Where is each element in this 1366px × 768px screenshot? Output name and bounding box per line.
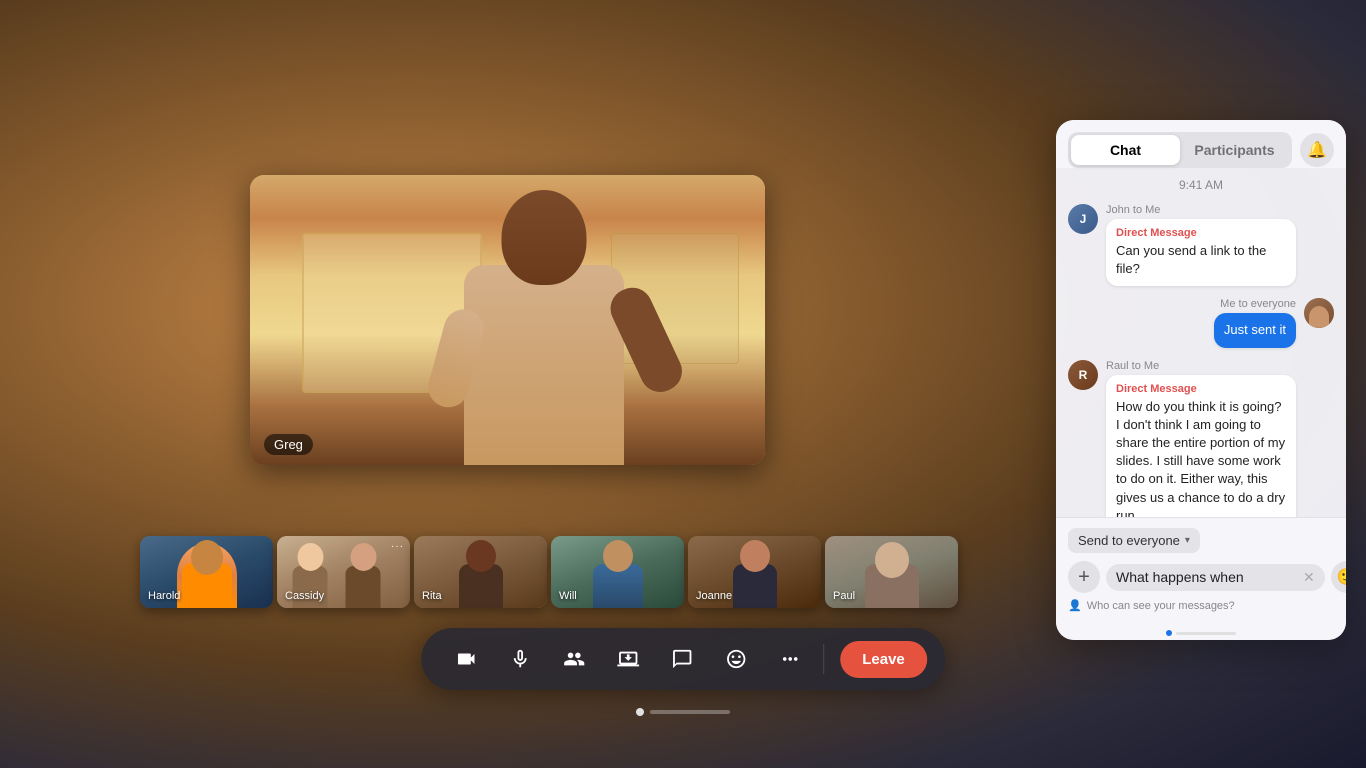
message-me: Me to everyone Just sent it — [1068, 298, 1334, 347]
message-raul: R Raul to Me Direct Message How do you t… — [1068, 360, 1334, 517]
tab-group: Chat Participants — [1068, 132, 1292, 168]
bell-icon: 🔔 — [1307, 140, 1327, 160]
share-button[interactable] — [605, 636, 651, 682]
thumbnail-will[interactable]: Will — [551, 536, 684, 608]
scroll-bar — [650, 710, 730, 714]
who-can-see-label: Who can see your messages? — [1087, 600, 1235, 612]
dot-1 — [636, 708, 644, 716]
plus-icon: + — [1078, 566, 1090, 589]
clear-input-button[interactable]: ✕ — [1303, 569, 1315, 586]
mic-button[interactable] — [497, 636, 543, 682]
dm-label-john: Direct Message — [1116, 227, 1286, 239]
reactions-button[interactable] — [713, 636, 759, 682]
control-bar: Leave — [421, 628, 945, 690]
msg-text-me: Just sent it — [1224, 321, 1286, 339]
msg-content-john: John to Me Direct Message Can you send a… — [1106, 204, 1296, 286]
leave-button[interactable]: Leave — [840, 641, 927, 678]
video-button[interactable] — [443, 636, 489, 682]
add-attachment-button[interactable]: + — [1068, 561, 1100, 593]
chevron-down-icon: ▾ — [1185, 535, 1190, 546]
thumbnail-joanne[interactable]: Joanne — [688, 536, 821, 608]
b-dot-1 — [1166, 630, 1172, 636]
msg-sender-john: John to Me — [1106, 204, 1296, 216]
chat-input[interactable] — [1116, 569, 1297, 585]
avatar-raul: R — [1068, 360, 1098, 390]
thumb-name-cassidy: Cassidy — [285, 590, 324, 602]
msg-bubble-me: Just sent it — [1214, 313, 1296, 347]
chat-messages: 9:41 AM J John to Me Direct Message Can … — [1056, 168, 1346, 517]
participants-button[interactable] — [551, 636, 597, 682]
thumbnail-harold[interactable]: Harold — [140, 536, 273, 608]
dm-label-raul: Direct Message — [1116, 383, 1286, 395]
avatar-john: J — [1068, 204, 1098, 234]
send-to-label: Send to everyone — [1078, 533, 1180, 548]
notification-button[interactable]: 🔔 — [1300, 133, 1334, 167]
thumbnail-cassidy[interactable]: ··· Cassidy — [277, 536, 410, 608]
msg-content-raul: Raul to Me Direct Message How do you thi… — [1106, 360, 1296, 517]
scroll-indicator — [636, 708, 730, 716]
thumbnail-strip: Harold ··· Cassidy Rita — [140, 536, 958, 608]
separator — [823, 644, 824, 674]
msg-text-john: Can you send a link to the file? — [1116, 242, 1286, 278]
who-can-see: 👤 Who can see your messages? — [1068, 599, 1334, 612]
thumbnail-paul[interactable]: Paul — [825, 536, 958, 608]
thumb-name-harold: Harold — [148, 590, 180, 602]
chat-input-wrap: ✕ — [1106, 564, 1325, 591]
bottom-scroll — [1056, 624, 1346, 640]
msg-content-me: Me to everyone Just sent it — [1214, 298, 1296, 347]
emoji-button[interactable]: 🙂 — [1331, 561, 1346, 593]
thumb-name-will: Will — [559, 590, 577, 602]
msg-sender-raul: Raul to Me — [1106, 360, 1296, 372]
chat-button[interactable] — [659, 636, 705, 682]
msg-sender-me: Me to everyone — [1220, 298, 1296, 310]
more-button[interactable] — [767, 636, 813, 682]
message-john: J John to Me Direct Message Can you send… — [1068, 204, 1334, 286]
chat-time: 9:41 AM — [1068, 178, 1334, 192]
thumb-name-joanne: Joanne — [696, 590, 732, 602]
chat-panel: Chat Participants 🔔 9:41 AM J John to Me… — [1056, 120, 1346, 640]
avatar-me — [1304, 298, 1334, 328]
msg-bubble-john: Direct Message Can you send a link to th… — [1106, 219, 1296, 286]
b-track — [1176, 632, 1236, 635]
input-row: + ✕ 🙂 — [1068, 561, 1334, 593]
thumbnail-rita[interactable]: Rita — [414, 536, 547, 608]
tab-participants[interactable]: Participants — [1180, 135, 1289, 165]
more-options-cassidy[interactable]: ··· — [391, 541, 404, 552]
send-to-button[interactable]: Send to everyone ▾ — [1068, 528, 1200, 553]
person-icon: 👤 — [1068, 599, 1082, 612]
msg-text-raul: How do you think it is going? I don't th… — [1116, 398, 1286, 517]
main-video: Greg — [250, 175, 765, 465]
emoji-icon: 🙂 — [1337, 567, 1346, 587]
send-to-row: Send to everyone ▾ — [1068, 528, 1334, 553]
chat-footer: Send to everyone ▾ + ✕ 🙂 👤 Who can see y… — [1056, 517, 1346, 624]
speaker-name: Greg — [264, 434, 313, 455]
msg-bubble-raul: Direct Message How do you think it is go… — [1106, 375, 1296, 517]
thumb-name-rita: Rita — [422, 590, 442, 602]
thumb-name-paul: Paul — [833, 590, 855, 602]
tab-chat[interactable]: Chat — [1071, 135, 1180, 165]
chat-tabs: Chat Participants 🔔 — [1056, 120, 1346, 168]
